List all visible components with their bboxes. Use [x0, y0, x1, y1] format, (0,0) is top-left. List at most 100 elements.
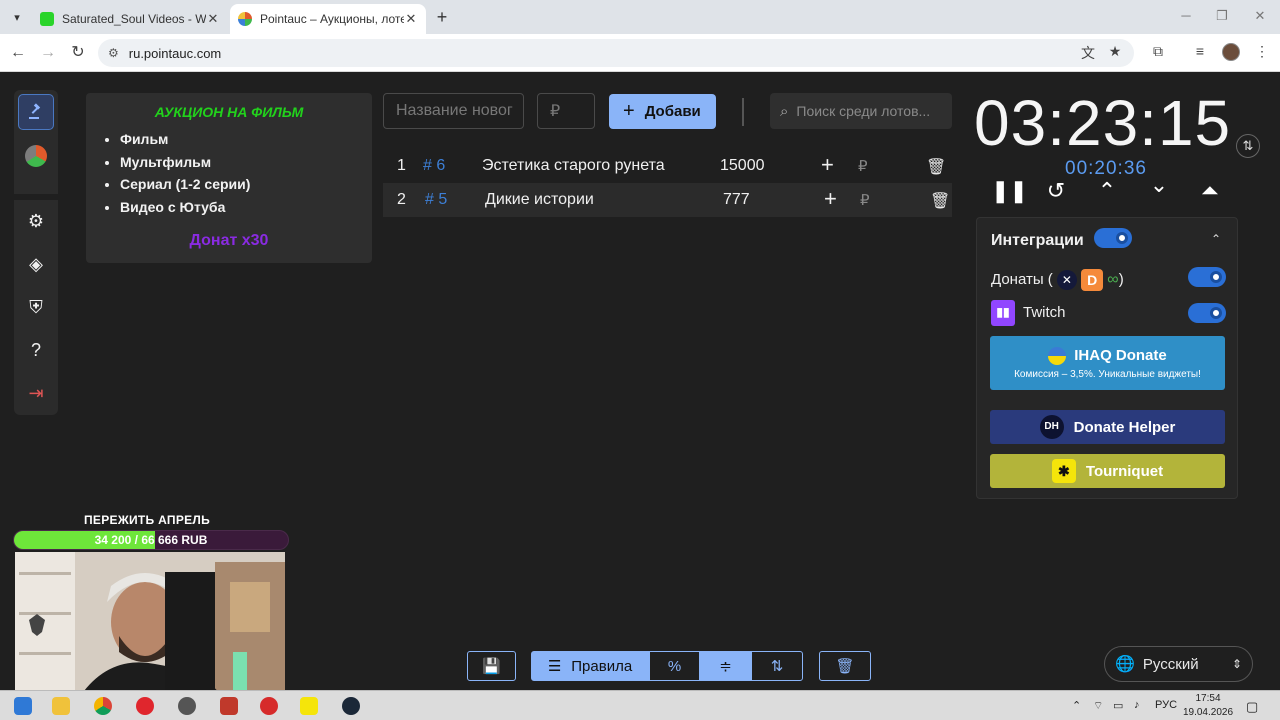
add-amount-icon[interactable]: + [821, 152, 834, 178]
chevron-up-icon[interactable]: ⌃ [1094, 178, 1120, 204]
tourniquet-button[interactable]: ✱ Tourniquet [990, 454, 1225, 488]
kick-favicon-icon [40, 12, 54, 26]
tray-chevron-icon[interactable]: ⌃ [1072, 699, 1081, 712]
integrations-title: Интеграции [991, 232, 1084, 249]
plus-icon: + [623, 100, 635, 122]
sidebar-settings-icon[interactable]: ⚙ [14, 200, 58, 243]
lot-id[interactable]: # 6 [423, 157, 445, 175]
pause-icon[interactable]: ❚❚ [991, 178, 1028, 204]
lot-id[interactable]: # 5 [425, 191, 447, 209]
lot-amount-input[interactable]: ₽ [537, 93, 595, 129]
swap-icon[interactable]: ⇅ [1236, 134, 1260, 158]
pointauc-favicon-icon [238, 12, 252, 26]
donate-helper-label: Donate Helper [1073, 418, 1176, 436]
address-bar[interactable]: ⚙ ru.pointauc.com [98, 39, 1134, 67]
tab-title: Pointauc – Аукционы, лотереи [260, 12, 404, 26]
taskbar-clock[interactable]: 17:54 19.04.2026 [1182, 691, 1234, 720]
pointauc-app: ⚙ ◈ ⛨ ? ⇥ АУКЦИОН НА ФИЛЬМ Фильм Мультфи… [0, 72, 1280, 704]
volume-icon[interactable]: ♪ [1134, 699, 1140, 711]
lot-name[interactable]: Дикие истории [485, 191, 594, 209]
double-chevron-up-icon[interactable]: ⏶ [1197, 178, 1223, 204]
battery-icon[interactable]: ▭ [1113, 699, 1123, 712]
wifi-icon[interactable]: ⌔ [1093, 699, 1103, 713]
sidebar-wheel-icon[interactable] [14, 134, 58, 177]
rules-button[interactable]: ☰ Правила [531, 651, 649, 681]
back-icon[interactable]: ← [8, 43, 28, 63]
integrations-toggle[interactable] [1094, 228, 1132, 248]
lot-amount[interactable]: 15000 [720, 157, 765, 175]
donations-toggle[interactable] [1188, 267, 1226, 287]
lot-name[interactable]: Эстетика старого рунета [482, 157, 665, 175]
close-tab-icon[interactable]: ✕ [206, 11, 220, 27]
input-language[interactable]: РУС [1155, 699, 1177, 711]
ihaq-donate-button[interactable]: IHAQ Donate Комиссия – 3,5%. Уникальные … [990, 336, 1225, 390]
save-icon[interactable]: 💾 [467, 651, 516, 681]
minimize-icon[interactable]: ─ [1176, 8, 1196, 23]
profile-avatar[interactable] [1222, 43, 1240, 61]
currency-label: ₽ [858, 158, 868, 175]
delete-lot-icon[interactable]: 🗑 [930, 191, 950, 211]
table-row: 1 # 6 Эстетика старого рунета 15000 + ₽ … [383, 149, 952, 183]
close-tab-icon[interactable]: ✕ [404, 11, 418, 27]
donations-row: Донаты ( ✕ D ∞) [991, 269, 1124, 291]
twitch-toggle[interactable] [1188, 303, 1226, 323]
reset-icon[interactable]: ↺ [1043, 178, 1069, 204]
start-icon[interactable] [14, 697, 32, 715]
delete-lot-icon[interactable]: 🗑 [926, 157, 946, 177]
sidebar-auction-icon[interactable] [18, 94, 54, 130]
tab-saturated-soul[interactable]: Saturated_Soul Videos - Watch ✕ [32, 4, 228, 34]
tab-pointauc[interactable]: Pointauc – Аукционы, лотереи ✕ [230, 4, 426, 34]
chrome-icon[interactable] [94, 697, 112, 715]
tab-search-button[interactable]: ▾ [6, 6, 28, 28]
sidebar-help-icon[interactable]: ? [14, 329, 58, 372]
sidebar-shield-icon[interactable]: ⛨ [14, 286, 58, 329]
donationalerts-icon: D [1081, 269, 1104, 291]
donations-close: ) [1118, 270, 1124, 288]
add-amount-icon[interactable]: + [824, 186, 837, 212]
save-toolbar: 💾 [467, 651, 516, 681]
twitch-icon: ▮▮ [991, 300, 1015, 326]
file-explorer-icon[interactable] [52, 697, 70, 715]
forward-icon[interactable]: → [38, 43, 58, 63]
bookmark-star-icon[interactable]: ★ [1105, 43, 1125, 60]
clear-toolbar: 🗑 [819, 651, 871, 681]
sidebar-logout-icon[interactable]: ⇥ [14, 372, 58, 415]
search-icon: ⌕ [780, 102, 789, 120]
site-info-icon[interactable]: ⚙ [108, 46, 119, 60]
browser-menu-icon[interactable]: ⋮ [1252, 43, 1272, 60]
translate-icon[interactable]: 文 [1078, 43, 1098, 63]
app-icon[interactable] [220, 697, 238, 715]
chevron-up-icon[interactable]: ⌃ [1211, 232, 1221, 246]
close-window-icon[interactable]: ✕ [1250, 8, 1270, 24]
media-control-icon[interactable]: ≡ [1190, 43, 1210, 59]
restore-icon[interactable]: ❐ [1212, 8, 1232, 24]
reload-icon[interactable]: ↻ [68, 43, 88, 63]
donation-goal-text: 34 200 / 66 666 RUB [94, 533, 208, 547]
chevron-down-icon[interactable]: ⌄ [1146, 172, 1172, 198]
sidebar-layers-icon[interactable]: ◈ [14, 243, 58, 286]
rules-card: АУКЦИОН НА ФИЛЬМ Фильм Мультфильм Сериал… [86, 93, 372, 263]
opera-icon[interactable] [136, 697, 154, 715]
steam-icon[interactable] [342, 697, 360, 715]
clear-lots-icon[interactable]: 🗑 [819, 651, 871, 681]
webcam-image [15, 552, 285, 704]
percent-button[interactable]: % [649, 651, 700, 681]
sub-timer: 00:20:36 [1065, 158, 1147, 179]
lot-name-input[interactable]: Название новог [383, 93, 524, 129]
sort-icon[interactable]: ⇅ [751, 651, 803, 681]
obs-icon[interactable] [178, 697, 196, 715]
add-lot-button[interactable]: + Добави [609, 94, 716, 129]
ihaq-subtitle: Комиссия – 3,5%. Уникальные виджеты! [1014, 368, 1201, 380]
compress-icon[interactable]: ≑ [700, 651, 751, 681]
app-icon[interactable] [300, 697, 318, 715]
twitch-label: Twitch [1023, 304, 1066, 321]
rules-item: Мультфильм [120, 151, 372, 174]
language-select[interactable]: 🌐 Русский ⇕ [1104, 646, 1253, 682]
app-icon[interactable] [260, 697, 278, 715]
lot-search-input[interactable]: ⌕ Поиск среди лотов... [770, 93, 952, 129]
extensions-icon[interactable]: ⧉ [1148, 43, 1168, 60]
lot-amount[interactable]: 777 [723, 191, 750, 209]
donate-helper-button[interactable]: DH Donate Helper [990, 410, 1225, 444]
notifications-icon[interactable]: ▢ [1246, 699, 1258, 715]
new-tab-button[interactable]: + [432, 7, 452, 27]
